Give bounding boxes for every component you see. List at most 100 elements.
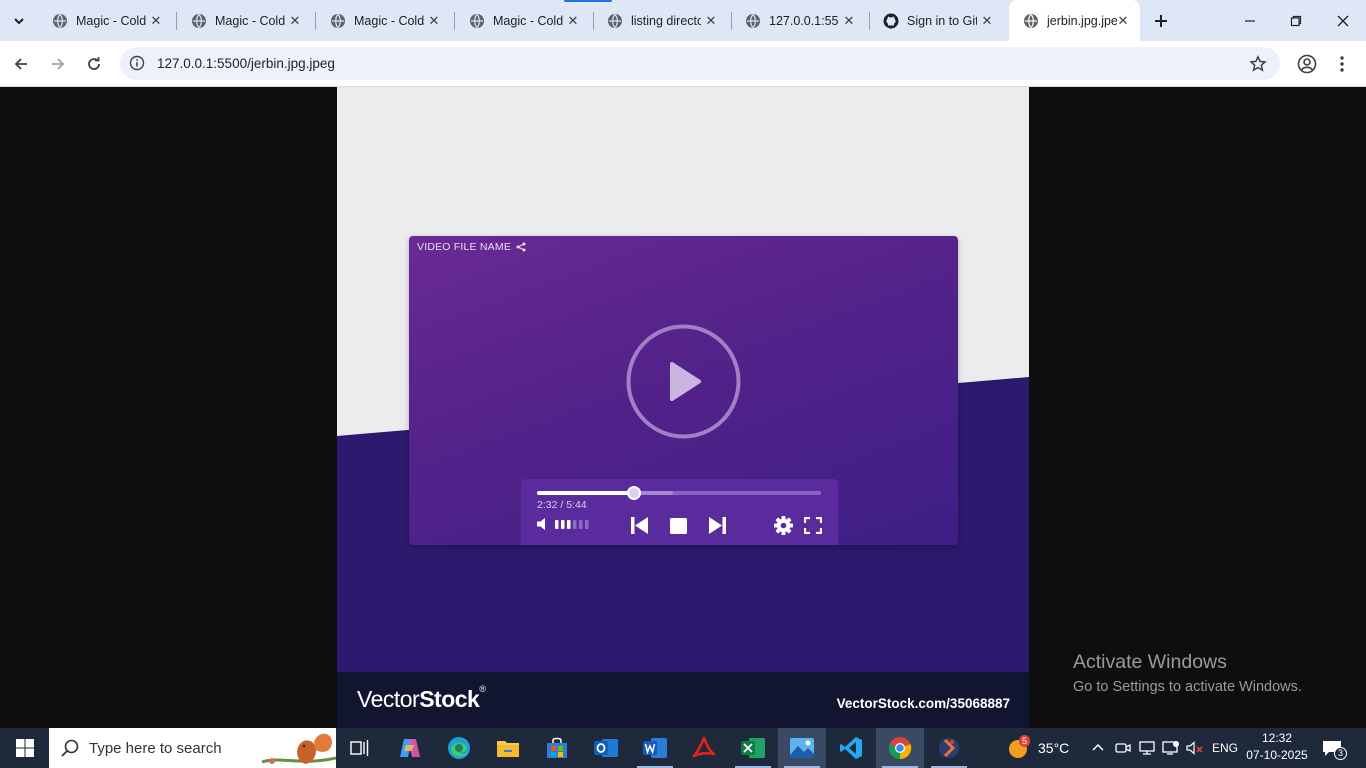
share-icon [516,242,526,252]
watermark-subtitle: Go to Settings to activate Windows. [1073,679,1302,695]
close-icon [1337,15,1349,26]
player-controls: 2:32 / 5:44 [521,479,838,545]
restore-button[interactable] [1273,0,1319,41]
tab-github-sign-in[interactable]: Sign in to GitHub ✕ [869,0,1007,41]
tab-title: Magic - Cold [215,13,285,28]
close-tab-icon[interactable]: ✕ [703,13,719,29]
language-indicator[interactable]: ENG [1212,728,1238,768]
tab-listing-directory[interactable]: listing directory ✕ [593,0,731,41]
back-button[interactable] [5,48,37,80]
tab-title: 127.0.0.1:5500 [769,13,839,28]
photos-icon [790,738,814,758]
search-icon [61,739,79,757]
tab-magic-4[interactable]: Magic - Cold ✕ [455,0,593,41]
profile-button[interactable] [1291,48,1323,80]
tab-magic-1[interactable]: Magic - Cold ✕ [38,0,176,41]
volume-bar [555,520,559,529]
acrobat-app[interactable] [680,728,728,768]
close-tab-icon[interactable]: ✕ [148,13,164,29]
clock-date: 07-10-2025 [1246,748,1308,762]
chevron-down-icon [14,18,24,25]
reload-button[interactable] [78,48,110,80]
globe-icon [469,13,485,29]
speaker-icon [537,518,545,530]
volume-bar [579,520,583,529]
forward-button[interactable] [42,48,74,80]
close-tab-icon[interactable]: ✕ [979,13,995,29]
tab-magic-3[interactable]: Magic - Cold ✕ [316,0,454,41]
show-hidden-icons-button[interactable] [1091,728,1105,768]
tab-magic-2[interactable]: Magic - Cold ✕ [177,0,315,41]
vscode-app[interactable] [827,728,875,768]
search-highlight-squirrel-icon [261,733,336,764]
outlook-app[interactable] [582,728,630,768]
fullscreen-icon [804,517,822,534]
excel-app[interactable] [729,728,777,768]
video-file-name: VIDEO FILE NAME [417,241,512,253]
network-button[interactable] [1139,728,1155,768]
globe-icon [330,13,346,29]
volume-button[interactable] [1186,728,1204,768]
file-explorer-app[interactable] [484,728,532,768]
plus-icon [1155,15,1167,27]
word-app[interactable] [631,728,679,768]
copilot-app[interactable] [386,728,434,768]
restore-icon [1290,15,1302,26]
system-clock[interactable]: 12:32 07-10-2025 [1244,730,1310,764]
notification-center-button[interactable]: 3 [1322,728,1348,768]
reload-icon [88,57,100,70]
copilot-icon [400,739,420,757]
tab-search-button[interactable] [6,8,32,34]
profile-icon [1297,54,1317,74]
stop-icon [670,518,687,534]
close-tab-icon[interactable]: ✕ [426,13,442,29]
close-tab-icon[interactable]: ✕ [287,13,303,29]
taskbar-search-box[interactable]: Type here to search [49,728,336,768]
tab-jerbin-active[interactable]: jerbin.jpg.jpeg ✕ [1009,0,1140,41]
start-button[interactable] [0,728,49,768]
site-info-icon[interactable] [129,55,145,76]
acrobat-icon [692,736,716,758]
weather-widget[interactable]: 5 35°C [1006,728,1069,768]
tab-localhost[interactable]: 127.0.0.1:5500 ✕ [731,0,869,41]
new-tab-button[interactable] [1148,8,1174,34]
vectorstock-logo: VectorStock® [357,684,486,712]
network-icon [1139,741,1155,755]
windows-logo-icon [15,739,34,757]
meet-now-button[interactable] [1115,728,1131,768]
edge-app[interactable] [435,728,483,768]
tab-title: jerbin.jpg.jpeg [1047,13,1117,28]
bookmark-button[interactable] [1242,48,1274,80]
chrome-app[interactable] [876,728,924,768]
pinned-app[interactable] [925,728,973,768]
volume-bar [573,520,577,529]
photos-app[interactable] [778,728,826,768]
vectorstock-footer: VectorStock® VectorStock.com/35068887 [337,672,1029,728]
browser-toolbar: 127.0.0.1:5500/jerbin.jpg.jpeg [0,41,1366,87]
close-window-button[interactable] [1320,0,1366,41]
star-icon [1249,55,1267,72]
tab-title: Magic - Cold [354,13,424,28]
minimize-button[interactable] [1227,0,1273,41]
microsoft-store-app[interactable] [533,728,581,768]
edge-icon [448,737,470,759]
close-tab-icon[interactable]: ✕ [841,13,857,29]
close-tab-icon[interactable]: ✕ [565,13,581,29]
display-button[interactable] [1162,728,1180,768]
video-player-illustration: VIDEO FILE NAME 2:32 / 5:44 [409,236,958,545]
notification-count: 3 [1334,747,1348,760]
chevron-up-icon [1092,743,1104,751]
clock-time: 12:32 [1261,731,1293,745]
displayed-image: VIDEO FILE NAME 2:32 / 5:44 VectorStock®… [337,87,1029,728]
monitor-alert-icon [1162,741,1179,755]
task-view-button[interactable] [336,728,384,768]
url-text[interactable]: 127.0.0.1:5500/jerbin.jpg.jpeg [157,56,335,71]
close-tab-icon[interactable]: ✕ [1115,13,1131,29]
menu-button[interactable] [1326,48,1358,80]
tab-title: Sign in to GitHub [907,13,977,28]
address-bar[interactable]: 127.0.0.1:5500/jerbin.jpg.jpeg [120,47,1280,80]
video-title: VIDEO FILE NAME [417,241,526,253]
activate-windows-watermark: Activate Windows Go to Settings to activ… [1073,651,1302,695]
minimize-icon [1245,19,1255,22]
search-placeholder: Type here to search [89,739,222,757]
